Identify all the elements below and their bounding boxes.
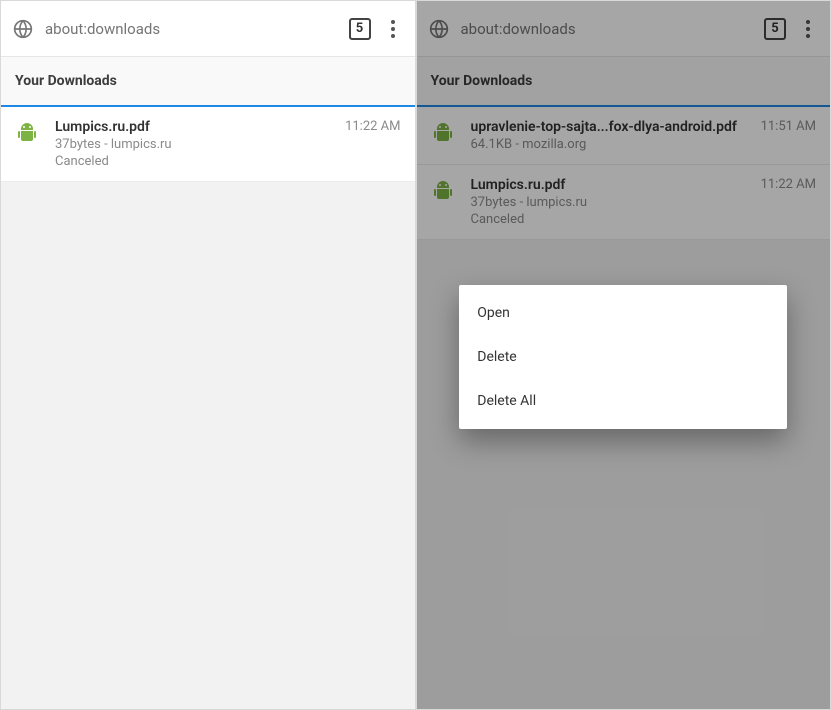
download-list: Lumpics.ru.pdf 37bytes - lumpics.ru Canc… bbox=[1, 107, 415, 709]
download-item[interactable]: Lumpics.ru.pdf 37bytes - lumpics.ru Canc… bbox=[1, 107, 415, 182]
topbar: about:downloads 5 bbox=[1, 1, 415, 57]
screen-right: about:downloads 5 Your Downloads upravle… bbox=[416, 0, 831, 710]
menu-delete[interactable]: Delete bbox=[459, 335, 787, 379]
context-menu: Open Delete Delete All bbox=[459, 285, 787, 429]
download-status: Canceled bbox=[55, 154, 333, 169]
download-subtitle: 37bytes - lumpics.ru bbox=[55, 137, 333, 152]
menu-delete-all[interactable]: Delete All bbox=[459, 379, 787, 423]
address-bar[interactable]: about:downloads bbox=[45, 20, 337, 38]
tab-count-button[interactable]: 5 bbox=[349, 18, 371, 40]
menu-open[interactable]: Open bbox=[459, 291, 787, 335]
download-title: Lumpics.ru.pdf bbox=[55, 119, 333, 135]
download-time: 11:22 AM bbox=[345, 119, 400, 169]
screen-left: about:downloads 5 Your Downloads Lumpics… bbox=[0, 0, 416, 710]
download-body: Lumpics.ru.pdf 37bytes - lumpics.ru Canc… bbox=[55, 119, 333, 169]
section-header: Your Downloads bbox=[1, 57, 415, 107]
menu-dots-icon[interactable] bbox=[383, 16, 403, 42]
android-icon bbox=[11, 119, 43, 169]
globe-icon bbox=[13, 19, 33, 39]
